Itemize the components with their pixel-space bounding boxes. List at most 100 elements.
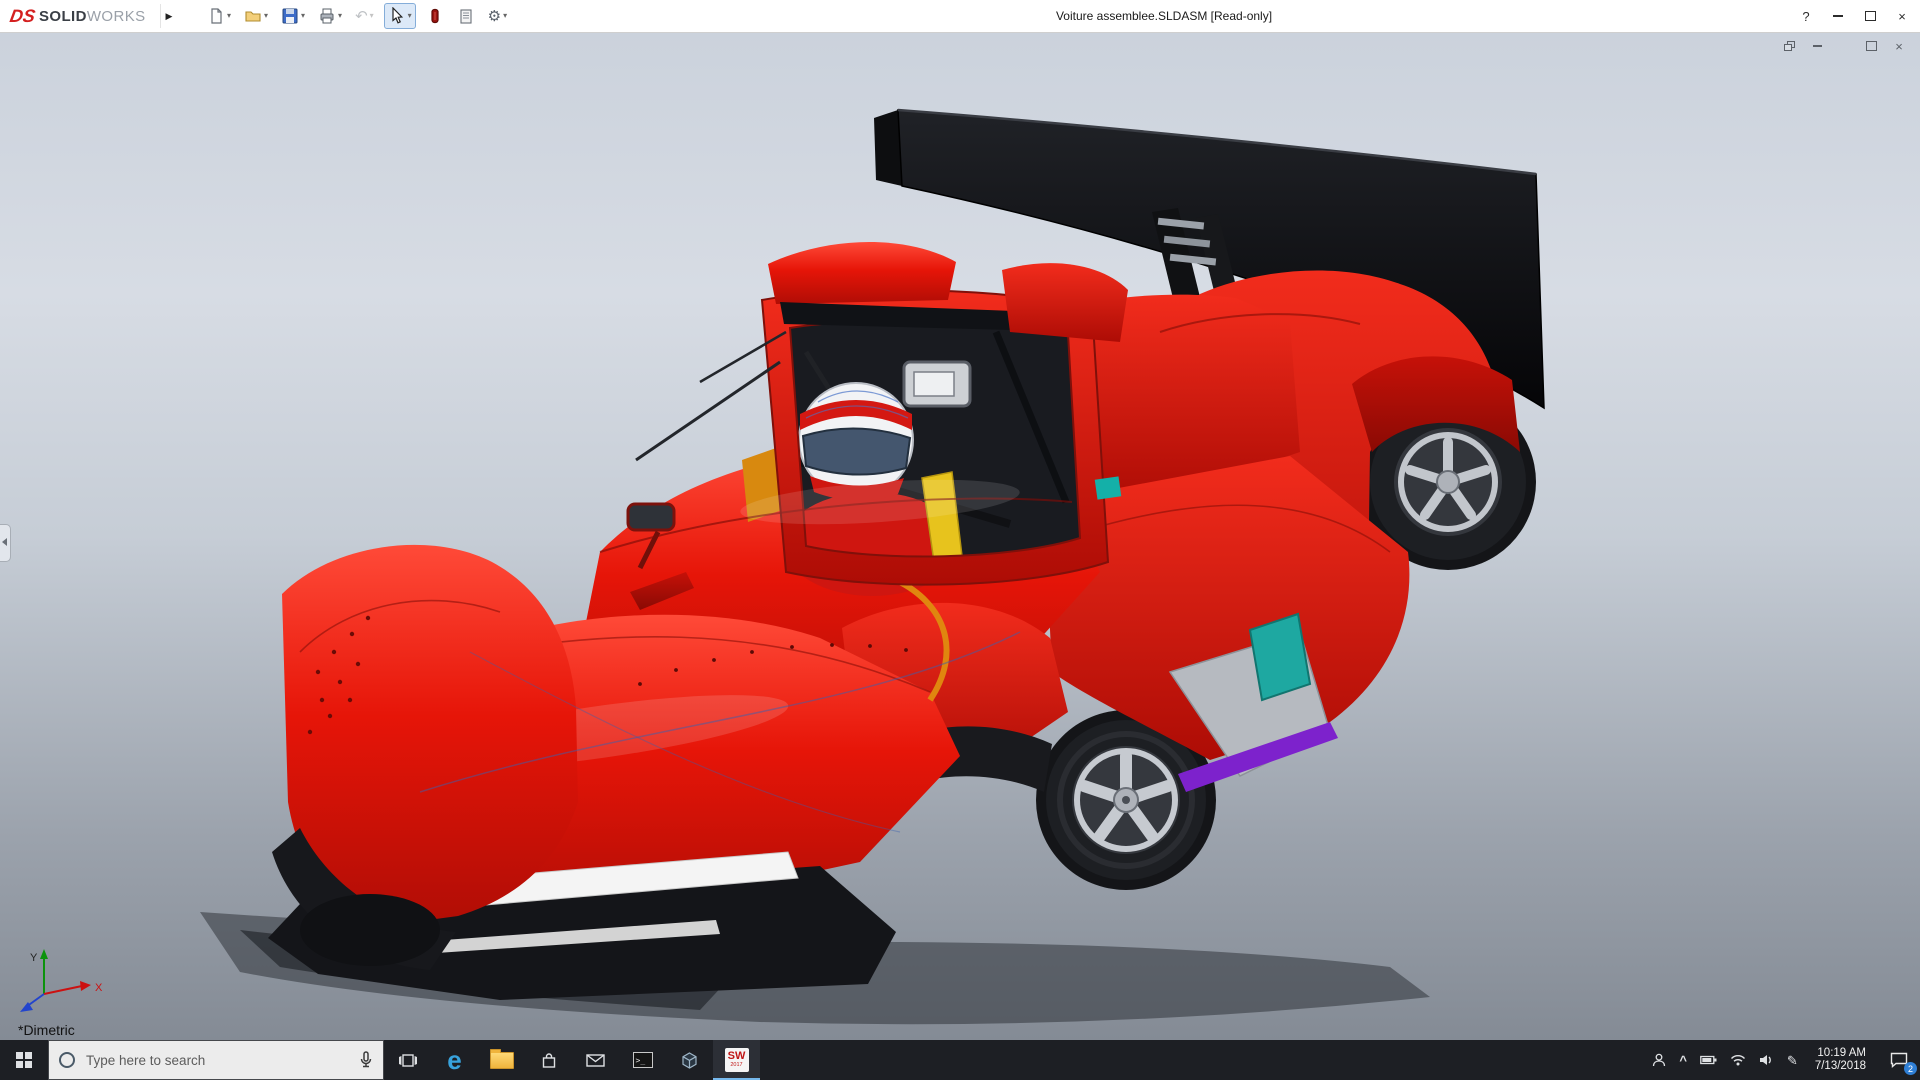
print-button[interactable]: ▾ bbox=[315, 3, 345, 29]
print-dropdown-caret[interactable]: ▾ bbox=[338, 12, 342, 20]
red-capsule-icon bbox=[426, 7, 444, 25]
open-folder-icon bbox=[244, 7, 262, 25]
minimize-button[interactable] bbox=[1822, 0, 1854, 32]
properties-sheet-icon bbox=[457, 7, 475, 25]
graphics-area[interactable]: × bbox=[0, 32, 1920, 1040]
feature-tree-collapse-handle[interactable] bbox=[0, 524, 11, 562]
file-explorer-icon bbox=[490, 1052, 514, 1069]
select-cursor-icon bbox=[388, 7, 406, 25]
cube-icon bbox=[681, 1052, 698, 1069]
quick-access-toolbar: ▾ ▾ ▾ ▾ ↶ ▾ ▾ bbox=[204, 0, 517, 32]
notification-badge: 2 bbox=[1904, 1062, 1917, 1075]
doc-maximize-button[interactable] bbox=[1862, 38, 1880, 54]
new-document-icon bbox=[207, 7, 225, 25]
battery-icon[interactable] bbox=[1700, 1055, 1717, 1065]
taskbar-command-prompt-button[interactable]: >_ bbox=[619, 1040, 666, 1080]
command-prompt-icon: >_ bbox=[633, 1052, 653, 1068]
undo-button[interactable]: ↶ ▾ bbox=[352, 3, 377, 29]
save-floppy-icon bbox=[281, 7, 299, 25]
close-icon: × bbox=[1898, 9, 1906, 24]
menu-flyout-button[interactable]: ▶ bbox=[160, 4, 177, 28]
sw-label: SW bbox=[728, 1051, 746, 1062]
windows-ink-pen-icon[interactable]: ✎ bbox=[1787, 1054, 1798, 1067]
select-tool-button[interactable]: ▾ bbox=[384, 3, 416, 29]
select-dropdown-caret[interactable]: ▾ bbox=[408, 12, 412, 20]
wifi-icon[interactable] bbox=[1730, 1054, 1746, 1066]
windows-taskbar: e >_ SW bbox=[0, 1040, 1920, 1080]
doc-restore-button[interactable] bbox=[1780, 38, 1798, 54]
action-center-button[interactable]: 2 bbox=[1878, 1040, 1920, 1080]
close-button[interactable]: × bbox=[1886, 0, 1918, 32]
hidden-icons-chevron[interactable]: ^ bbox=[1679, 1054, 1687, 1067]
undo-icon: ↶ bbox=[355, 9, 368, 24]
taskbar-store-button[interactable] bbox=[525, 1040, 572, 1080]
teal-part[interactable] bbox=[1095, 476, 1122, 499]
clock-date: 7/13/2018 bbox=[1815, 1060, 1866, 1074]
printer-icon bbox=[318, 7, 336, 25]
open-dropdown-caret[interactable]: ▾ bbox=[264, 12, 268, 20]
maximize-icon bbox=[1865, 11, 1876, 21]
document-title: Voiture assemblee.SLDASM [Read-only] bbox=[1056, 0, 1272, 32]
doc-close-icon: × bbox=[1895, 39, 1903, 54]
new-dropdown-caret[interactable]: ▾ bbox=[227, 12, 231, 20]
doc-minimize-icon bbox=[1813, 45, 1822, 47]
doc-minimize-button[interactable] bbox=[1808, 38, 1826, 54]
people-icon[interactable] bbox=[1652, 1053, 1666, 1067]
help-button[interactable]: ? bbox=[1790, 0, 1822, 32]
helmet-visor bbox=[803, 428, 910, 474]
triad-y-label: Y bbox=[30, 952, 38, 964]
start-button[interactable] bbox=[0, 1040, 48, 1080]
window-controls: ? × bbox=[1790, 0, 1918, 32]
options-button[interactable]: ⚙ ▾ bbox=[485, 3, 510, 29]
taskbar-mail-button[interactable] bbox=[572, 1040, 619, 1080]
task-view-button[interactable] bbox=[384, 1040, 431, 1080]
search-input[interactable] bbox=[84, 1052, 350, 1069]
flyout-arrow-icon: ▶ bbox=[166, 11, 173, 22]
minimize-icon bbox=[1833, 15, 1843, 17]
sw-year: 2017 bbox=[730, 1063, 742, 1069]
new-document-button[interactable]: ▾ bbox=[204, 3, 234, 29]
save-dropdown-caret[interactable]: ▾ bbox=[301, 12, 305, 20]
options-dropdown-caret[interactable]: ▾ bbox=[503, 12, 507, 20]
taskbar-search[interactable] bbox=[48, 1040, 384, 1080]
undo-dropdown-caret: ▾ bbox=[370, 12, 374, 20]
doc-close-button[interactable]: × bbox=[1890, 38, 1908, 54]
clock-time: 10:19 AM bbox=[1817, 1047, 1866, 1061]
triad-x-label: X bbox=[95, 982, 103, 994]
solidworks-logo: DS SOLIDWORKS bbox=[10, 0, 146, 32]
solidworks-window: DS SOLIDWORKS ▶ ▾ ▾ ▾ ▾ ↶ ▾ bbox=[0, 0, 1920, 1080]
help-icon: ? bbox=[1802, 9, 1809, 24]
mail-envelope-icon bbox=[586, 1054, 605, 1067]
cortana-icon bbox=[59, 1052, 75, 1068]
open-document-button[interactable]: ▾ bbox=[241, 3, 271, 29]
taskbar-edrawings-button[interactable] bbox=[666, 1040, 713, 1080]
file-properties-button[interactable] bbox=[454, 3, 478, 29]
appearance-tool-button[interactable] bbox=[423, 3, 447, 29]
task-view-icon bbox=[398, 1053, 418, 1068]
edge-icon: e bbox=[447, 1047, 461, 1073]
car-3d-model[interactable] bbox=[0, 32, 1920, 1040]
store-bag-icon bbox=[541, 1052, 557, 1069]
taskbar-clock[interactable]: 10:19 AM 7/13/2018 bbox=[1811, 1047, 1870, 1074]
taskbar-solidworks-button[interactable]: SW 2017 bbox=[713, 1040, 760, 1080]
view-orientation-label: *Dimetric bbox=[18, 1022, 75, 1038]
document-window-controls: × bbox=[1780, 38, 1908, 54]
gear-icon: ⚙ bbox=[488, 9, 501, 24]
titlebar: DS SOLIDWORKS ▶ ▾ ▾ ▾ ▾ ↶ ▾ bbox=[0, 0, 1920, 33]
brand-works-text: WORKS bbox=[87, 8, 146, 25]
doc-restore-icon bbox=[1784, 41, 1795, 51]
system-tray: ^ ✎ 10:19 AM 7/13/2018 bbox=[1644, 1040, 1878, 1080]
microphone-icon[interactable] bbox=[359, 1051, 373, 1069]
solidworks-app-icon: SW 2017 bbox=[725, 1048, 749, 1072]
windows-logo-icon bbox=[16, 1052, 32, 1068]
brand-solid-text: SOLID bbox=[39, 8, 87, 25]
taskbar-file-explorer-button[interactable] bbox=[478, 1040, 525, 1080]
taskbar-edge-button[interactable]: e bbox=[431, 1040, 478, 1080]
doc-maximize-icon bbox=[1866, 41, 1877, 51]
maximize-button[interactable] bbox=[1854, 0, 1886, 32]
save-button[interactable]: ▾ bbox=[278, 3, 308, 29]
reference-triad: Y X bbox=[10, 944, 120, 1016]
dassault-ds-logo: DS bbox=[8, 6, 37, 27]
mirror-camera-box[interactable] bbox=[904, 362, 970, 406]
volume-icon[interactable] bbox=[1759, 1054, 1774, 1066]
